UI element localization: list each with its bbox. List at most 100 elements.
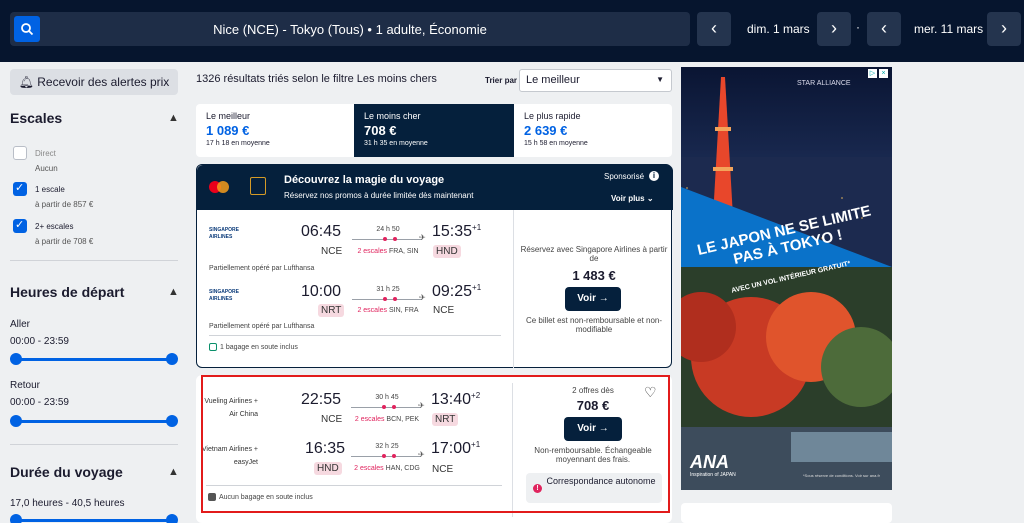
direct-sub: Aucun: [35, 164, 58, 173]
see-more-label: Voir plus: [611, 194, 645, 203]
return-slider-track[interactable]: [15, 420, 172, 423]
stop-dot: [383, 237, 387, 241]
flight-duration: 31 h 25: [376, 286, 400, 293]
plane-icon: ✈: [419, 233, 426, 242]
chevron-left-icon: ‹: [711, 18, 717, 38]
tab-fastest-price: 2 639 €: [524, 123, 568, 138]
search-summary[interactable]: Nice (NCE) - Tokyo (Tous) • 1 adulte, Éc…: [10, 12, 690, 46]
collapse-stops-icon[interactable]: ▲: [168, 112, 179, 124]
dep-time: 06:45: [301, 223, 342, 240]
tab-fastest[interactable]: Le plus rapide 2 639 € 15 h 58 en moyenn…: [514, 104, 672, 157]
flight-line: [352, 239, 422, 240]
singapore-airlines-logo: SINGAPORE AIRLINES: [209, 227, 240, 240]
arr-code: HND: [433, 245, 461, 258]
return-slider-min-handle[interactable]: [10, 415, 22, 427]
sponsored-view-button[interactable]: Voir →: [565, 287, 621, 311]
stop-dot: [383, 297, 387, 301]
outbound-slider-min-handle[interactable]: [10, 353, 22, 365]
divider: [10, 444, 178, 445]
tab-best[interactable]: Le meilleur 1 089 € 17 h 18 en moyenne: [196, 104, 354, 157]
prev-out-date-button[interactable]: ‹: [697, 12, 731, 46]
baggage-text: 1 bagage en soute inclus: [220, 343, 298, 351]
prev-back-date-button[interactable]: ‹: [867, 12, 901, 46]
sponsored-header: Découvrez la magie du voyage Réservez no…: [197, 165, 673, 210]
bag-icon: [209, 343, 217, 351]
day-offset: +1: [472, 223, 482, 232]
ana-advertisement[interactable]: STAR ALLIANCE ▷ × LE JAPON NE SE LIMITE …: [681, 67, 892, 490]
stops-count: 2 escales: [357, 248, 388, 255]
ad-close-icon[interactable]: ×: [879, 69, 888, 78]
arr-time: 15:35+1: [432, 223, 481, 241]
outbound-range: 00:00 - 23:59: [10, 336, 69, 347]
one-stop-sub: à partir de 857 €: [35, 200, 94, 209]
book-with-text: Réservez avec Singapore Airlines à parti…: [520, 245, 668, 263]
out-date[interactable]: dim. 1 mars: [747, 22, 810, 36]
sponsored-price: 1 483 €: [572, 268, 616, 283]
duration-slider-max-handle[interactable]: [166, 514, 178, 523]
day-offset: +1: [472, 283, 482, 292]
stops-count: 2 escales: [357, 307, 388, 314]
singapore-airlines-logo: SINGAPORE AIRLINES: [209, 289, 240, 302]
one-stop-label: 1 escale: [35, 185, 65, 194]
divider: [513, 210, 514, 368]
tab-best-name: Le meilleur: [206, 111, 251, 121]
chevron-right-icon: ›: [1001, 18, 1007, 38]
return-label: Retour: [10, 380, 41, 391]
tab-fastest-name: Le plus rapide: [524, 111, 581, 121]
outbound-slider-track[interactable]: [15, 358, 172, 361]
outbound-label: Aller: [10, 319, 31, 330]
chevron-left-icon: ‹: [881, 18, 887, 38]
arr-time-value: 15:35: [432, 223, 473, 240]
top-search-bar: Nice (NCE) - Tokyo (Tous) • 1 adulte, Éc…: [0, 0, 1024, 62]
chevron-down-icon: ⌄: [646, 194, 654, 203]
duration-slider-track[interactable]: [15, 519, 172, 522]
see-more-button[interactable]: Voir plus ⌄: [611, 194, 654, 203]
flight-duration: 24 h 50: [376, 226, 400, 233]
operated-note: Partiellement opéré par Lufthansa: [209, 265, 315, 272]
two-stops-checkbox[interactable]: [13, 218, 27, 233]
ticket-condition: Ce billet est non-remboursable et non-mo…: [525, 316, 663, 334]
ana-tagline: Inspiration of JAPAN: [690, 472, 736, 478]
divider: [10, 260, 178, 261]
return-slider-max-handle[interactable]: [166, 415, 178, 427]
arr-time-value: 09:25: [432, 283, 473, 300]
mastercard-logo-overlap: [217, 181, 229, 193]
departure-times-title: Heures de départ: [10, 284, 125, 300]
back-date[interactable]: mer. 11 mars: [914, 22, 983, 36]
date-separator: ·: [856, 20, 860, 34]
outbound-slider-max-handle[interactable]: [166, 353, 178, 365]
flight-line: [352, 299, 422, 300]
stop-dot: [393, 237, 397, 241]
tab-best-duration: 17 h 18 en moyenne: [206, 140, 270, 147]
dep-code: NCE: [321, 246, 343, 257]
tab-cheapest[interactable]: Le moins cher 708 € 31 h 35 en moyenne: [354, 104, 514, 157]
ana-logo: ANA: [690, 452, 729, 472]
next-out-date-button[interactable]: ›: [817, 12, 851, 46]
collapse-duration-icon[interactable]: ▲: [168, 466, 179, 478]
price-alert-button[interactable]: 🔔︎ Recevoir des alertes prix: [10, 69, 178, 95]
singapore-airlines-logo: [250, 177, 266, 195]
duration-slider-min-handle[interactable]: [10, 514, 22, 523]
ad-fine-print: *Sous réserve de conditions. Voir sur an…: [803, 473, 880, 478]
secondary-ad-panel: [681, 503, 892, 523]
baggage-info: 1 bagage en soute inclus: [209, 343, 298, 351]
direct-checkbox[interactable]: [13, 146, 27, 160]
duration-range: 17,0 heures - 40,5 heures: [10, 498, 125, 509]
info-icon[interactable]: i: [649, 171, 659, 181]
tab-best-price: 1 089 €: [206, 123, 250, 138]
tab-cheapest-price: 708 €: [364, 123, 397, 138]
plane-icon: ✈: [419, 293, 426, 302]
highlight-annotation: [201, 375, 670, 513]
dep-time: 10:00: [301, 283, 342, 300]
sort-select[interactable]: Le meilleur ▼: [519, 69, 672, 92]
sponsored-tag: Sponsorisé: [604, 172, 645, 181]
one-stop-checkbox[interactable]: [13, 181, 27, 196]
next-back-date-button[interactable]: ›: [987, 12, 1021, 46]
ad-choices-icon[interactable]: ▷: [868, 69, 877, 78]
dep-code: NRT: [318, 304, 345, 317]
tab-cheapest-name: Le moins cher: [364, 111, 421, 121]
bell-icon: 🔔︎: [18, 75, 34, 89]
collapse-departure-icon[interactable]: ▲: [168, 286, 179, 298]
return-range: 00:00 - 23:59: [10, 397, 69, 408]
tab-cheapest-duration: 31 h 35 en moyenne: [364, 140, 428, 147]
